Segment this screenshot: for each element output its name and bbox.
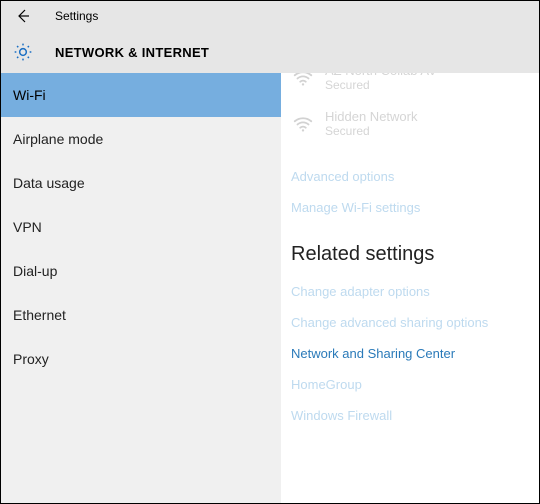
link-change-adapter[interactable]: Change adapter options — [281, 276, 539, 307]
sidebar-item-label: Dial-up — [13, 263, 57, 279]
link-advanced-options[interactable]: Advanced options — [281, 161, 539, 192]
section-title: NETWORK & INTERNET — [55, 45, 209, 60]
sidebar-item-vpn[interactable]: VPN — [1, 205, 281, 249]
sidebar-item-label: Ethernet — [13, 307, 66, 323]
sidebar: Wi-Fi Airplane mode Data usage VPN Dial-… — [1, 73, 281, 503]
sidebar-item-wifi[interactable]: Wi-Fi — [1, 73, 281, 117]
sidebar-item-data-usage[interactable]: Data usage — [1, 161, 281, 205]
network-status: Secured — [325, 79, 437, 92]
network-status: Secured — [325, 125, 418, 138]
wifi-icon — [291, 73, 315, 90]
sidebar-item-label: Wi-Fi — [13, 87, 46, 103]
related-heading: Related settings — [281, 223, 539, 276]
titlebar-text: Settings — [55, 9, 98, 23]
sidebar-item-label: Data usage — [13, 175, 85, 191]
link-manage-wifi[interactable]: Manage Wi-Fi settings — [281, 192, 539, 223]
sidebar-item-label: VPN — [13, 219, 42, 235]
sidebar-item-label: Airplane mode — [13, 131, 103, 147]
titlebar: Settings — [1, 1, 539, 31]
network-name: Hidden Network — [325, 110, 418, 124]
arrow-left-icon — [15, 8, 31, 24]
content: AZ North Collab AV Secured Hidden Networ… — [281, 73, 539, 503]
sidebar-item-label: Proxy — [13, 351, 49, 367]
wifi-icon — [291, 112, 315, 136]
wifi-network-row[interactable]: AZ North Collab AV Secured — [281, 73, 539, 97]
main: Wi-Fi Airplane mode Data usage VPN Dial-… — [1, 73, 539, 503]
gear-icon — [11, 40, 35, 64]
sidebar-item-ethernet[interactable]: Ethernet — [1, 293, 281, 337]
section-header: NETWORK & INTERNET — [1, 31, 539, 73]
link-change-sharing[interactable]: Change advanced sharing options — [281, 307, 539, 338]
link-homegroup[interactable]: HomeGroup — [281, 369, 539, 400]
wifi-network-row[interactable]: Hidden Network Secured — [281, 105, 539, 143]
sidebar-item-airplane[interactable]: Airplane mode — [1, 117, 281, 161]
back-button[interactable] — [11, 4, 35, 28]
sidebar-item-proxy[interactable]: Proxy — [1, 337, 281, 381]
link-network-sharing-center[interactable]: Network and Sharing Center — [281, 338, 539, 369]
link-windows-firewall[interactable]: Windows Firewall — [281, 400, 539, 431]
sidebar-item-dial-up[interactable]: Dial-up — [1, 249, 281, 293]
